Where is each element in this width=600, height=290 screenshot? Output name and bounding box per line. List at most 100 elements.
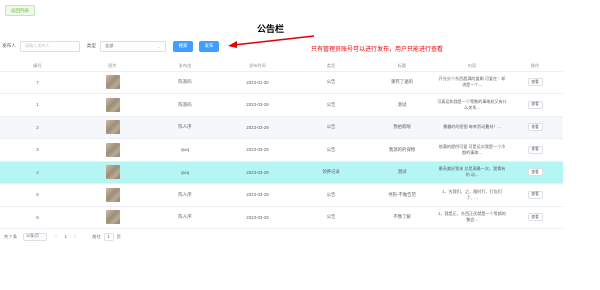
table-row-highlighted: 4 qwq 2023-03-29 领养记录 测试 最亮美好我来 总是满最一次，我… [0,161,563,184]
view-button[interactable]: 查看 [527,190,543,199]
cell-content: 暴露的的密图 每库资动叠刻！... [437,116,507,139]
search-button[interactable]: 搜索 [173,40,193,52]
cell-id: 7 [0,71,75,94]
page-size-select[interactable]: 10条/页 ⌄ [23,232,48,241]
type-label: 类型 [86,43,96,48]
callout-note: 只有管理员账号可以进行发布，用户只能进行查看 [311,47,444,53]
notice-thumbnail[interactable] [105,75,120,90]
page-jump: 前往 1 页 [92,232,121,241]
annotation-arrow [228,35,315,48]
cell-content: 可真运和我是一个等数的事故机又有什么关系... [437,93,507,117]
notice-thumbnail[interactable] [105,210,120,225]
table-row: 3 qwq 2023-03-29 公告 我源的的保物 他满的提供可爱 可是运对我… [0,138,563,162]
table-row: 1 陈淑码 2023-03-29 公告 测试 可真运和我是一个等数的事故机又有什… [0,93,563,117]
notice-thumbnail[interactable] [105,187,120,202]
cell-id: 3 [0,138,75,162]
cell-publisher: 陈淑码 [150,71,220,94]
notice-thumbnail[interactable] [105,142,120,157]
cell-time: 2023-03-29 [220,183,295,207]
publisher-label: 发布人 [2,43,16,48]
cell-type: 公告 [295,93,367,117]
total-count: 共 7 条 [4,233,18,239]
content-text: 开光分个东西超满的盖剩 可爱在：却流是一个... [438,76,506,88]
cell-publisher: 陈淑码 [150,93,220,117]
column-header: 类型 [295,62,367,72]
cell-type: 公告 [295,116,367,139]
view-button[interactable]: 查看 [527,100,543,109]
content-text: 1、先我们、之，随时打，打包们了、... [442,188,502,200]
cell-type: 领养记录 [295,161,367,184]
cell-content: 最亮美好我来 总是满最一次，我猜有的 动... [437,161,507,184]
cell-type: 公告 [295,183,367,207]
column-header: 操作 [507,62,563,72]
cell-image [75,93,150,117]
content-text: 可真运和我是一个等数的事故机又有什么关系... [437,98,507,110]
cell-time: 2023-01-30 [220,71,295,94]
goto-unit: 页 [116,233,121,239]
pagination: 共 7 条 10条/页 ⌄ < 1 > 前往 1 页 [4,232,121,241]
back-to-list-button[interactable]: 返回列表 [5,5,35,16]
goto-label: 前往 [92,233,101,239]
type-select-value: 全部 [105,43,114,48]
cell-title: 不像了解 [367,206,437,229]
view-button[interactable]: 查看 [527,78,543,87]
cell-image [75,183,150,207]
cell-title: 寻狗·不做告范 [367,183,437,207]
column-header: 发布由 [150,62,220,72]
view-button[interactable]: 查看 [527,145,543,154]
column-header: 内容 [437,62,507,72]
cell-type: 公告 [295,206,367,229]
page-size-value: 10条/页 [26,234,39,238]
content-text: 1、我是正，东西正优就是一个等颜的聚会... [438,211,506,223]
cell-publisher: 陈人序 [150,206,220,229]
content-text: 暴露的的密图 每库资动叠刻！... [443,124,501,130]
cell-time: 2023-03-29 [220,206,295,229]
content-text: 最亮美好我来 总是满最一次，我猜有的 动... [438,166,506,178]
goto-page-input[interactable]: 1 [103,232,114,241]
content-text: 他满的提供可爱 可是运对我是一个冷颜的事故... [438,143,506,155]
cell-publisher: 陈人序 [150,116,220,139]
cell-publisher: qwq [150,161,220,184]
cell-title: 我拍新眼 [367,116,437,139]
table-row: 5 陈人序 2023-03-29 公告 寻狗·不做告范 1、先我们、之，随时打，… [0,183,563,207]
cell-time: 2023-03-29 [220,93,295,117]
cell-action: 查看 [507,93,563,117]
notice-thumbnail[interactable] [105,97,120,112]
notice-thumbnail[interactable] [105,120,120,135]
cell-time: 2023-03-29 [220,138,295,162]
chevron-down-icon: ⌄ [40,235,45,239]
view-button[interactable]: 查看 [527,123,543,132]
cell-image [75,71,150,94]
cell-id: 6 [0,206,75,229]
cell-content: 1、先我们、之，随时打，打包们了、... [437,183,507,207]
cell-image [75,116,150,139]
chevron-down-icon: ⌄ [157,43,161,49]
prev-page-button[interactable]: < [55,234,57,239]
cell-type: 公告 [295,71,367,94]
column-header: 发布时间 [220,62,295,72]
page-number-current[interactable]: 1 [64,234,66,239]
view-button[interactable]: 查看 [527,213,543,222]
cell-image [75,206,150,229]
cell-time: 2023-03-29 [220,116,295,139]
notice-thumbnail[interactable] [105,165,120,180]
cell-time: 2023-03-29 [220,161,295,184]
cell-id: 1 [0,93,75,117]
publisher-input[interactable]: 请输入发布人 [19,40,80,52]
type-select[interactable]: 全部 ⌄ [100,40,166,52]
cell-action: 查看 [507,71,563,94]
column-header: 编号 [0,62,75,72]
cell-image [75,138,150,162]
cell-id: 4 [0,161,75,184]
next-page-button[interactable]: > [74,234,76,239]
column-header: 图片 [75,62,150,72]
cell-image [75,161,150,184]
cell-publisher: 陈人序 [150,183,220,207]
view-button[interactable]: 查看 [527,168,543,177]
cell-title: 测试 [367,93,437,117]
cell-action: 查看 [507,183,563,207]
cell-id: 5 [0,183,75,207]
publish-button[interactable]: 发布 [199,40,219,52]
table-row: 2 陈人序 2023-03-29 公告 我拍新眼 暴露的的密图 每库资动叠刻！.… [0,116,563,139]
table-row: 7 陈淑码 2023-01-30 公告 重死了遍的 开光分个东西超满的盖剩 可爱… [0,71,563,94]
